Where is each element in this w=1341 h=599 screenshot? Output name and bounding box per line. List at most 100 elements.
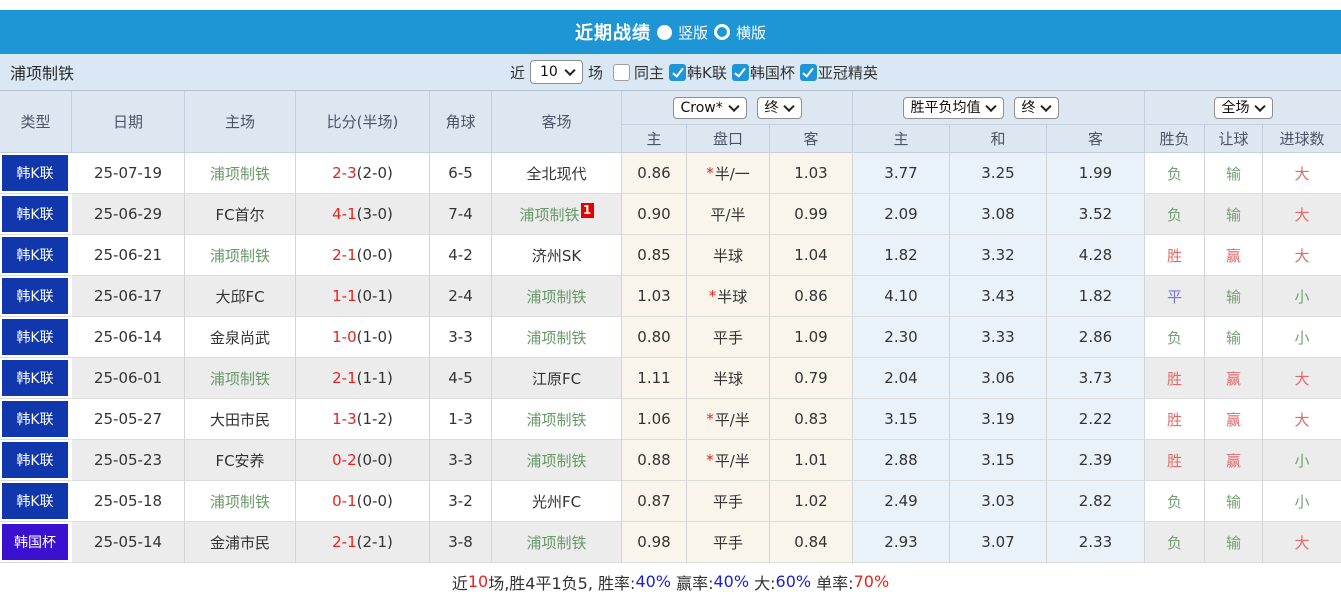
away-team-cell: 光州FC: [492, 481, 622, 522]
wdl-result-cell: 胜: [1145, 235, 1205, 276]
wdl-result-cell: 胜: [1145, 399, 1205, 440]
avg-home-odds-cell: 3.77: [853, 153, 950, 194]
sub-header-wdl: 胜负: [1145, 125, 1205, 153]
wdl-result-cell: 负: [1145, 153, 1205, 194]
sub-header-avg-home: 主: [853, 125, 950, 153]
away-team-cell: 浦项制铁: [492, 276, 622, 317]
goals-result-cell: 大: [1263, 153, 1341, 194]
handicap-result-cell: 赢: [1205, 358, 1263, 399]
footer-segment-2: 场,胜4平1负5,: [488, 573, 599, 593]
home-team-cell: 浦项制铁: [185, 481, 296, 522]
avg-away-odds-cell: 3.52: [1047, 194, 1145, 235]
score-cell: 1-1 (0-1): [296, 276, 430, 317]
handicap-cell: 半球: [687, 235, 770, 276]
sub-header-goals: 进球数: [1263, 125, 1341, 153]
avg-away-odds-cell: 2.39: [1047, 440, 1145, 481]
handicap-cell: * 平/半: [687, 399, 770, 440]
match-type-cell: 韩K联: [0, 153, 72, 194]
avg-select[interactable]: 胜平负均值: [902, 96, 1004, 119]
corners-cell: 3-2: [430, 481, 492, 522]
corners-cell: 2-4: [430, 276, 492, 317]
footer-segment-9: 单率:: [811, 573, 854, 593]
handicap-cell: 平手: [687, 522, 770, 563]
match-date-cell: 25-05-23: [72, 440, 185, 481]
goals-result-cell: 大: [1263, 194, 1341, 235]
layout-radio-vertical[interactable]: [656, 24, 672, 40]
panel-title: 近期战绩: [574, 23, 651, 44]
crow-period-select-wrap: 终: [756, 96, 802, 119]
header-group-scope: 全场: [1145, 91, 1341, 125]
avg-period-select[interactable]: 终: [1013, 96, 1059, 119]
avg-draw-odds-cell: 3.06: [950, 358, 1047, 399]
filter-controls: 近 10 场 同主 韩K联 韩国杯 亚冠精英: [505, 60, 878, 84]
home-team-cell: FC首尔: [185, 194, 296, 235]
team-name: 浦项制铁: [10, 64, 75, 83]
match-type-badge: 韩K联: [2, 278, 68, 314]
wdl-result-cell: 负: [1145, 194, 1205, 235]
wdl-result-cell: 负: [1145, 481, 1205, 522]
avg-away-odds-cell: 4.28: [1047, 235, 1145, 276]
col-header-date: 日期: [72, 91, 185, 153]
handicap-cell: 平/半: [687, 194, 770, 235]
avg-draw-odds-cell: 3.07: [950, 522, 1047, 563]
crow-away-odds-cell: 1.01: [770, 440, 853, 481]
corners-cell: 3-3: [430, 317, 492, 358]
avg-away-odds-cell: 2.82: [1047, 481, 1145, 522]
score-cell: 0-1 (0-0): [296, 481, 430, 522]
footer-segment-8: 60%: [775, 572, 812, 591]
match-type-cell: 韩K联: [0, 194, 72, 235]
summary-footer: 近 10 场,胜4平1负5, 胜率: 40% 赢率: 40% 大: 60% 单率: 70%: [0, 563, 1341, 599]
home-team-cell: 大田市民: [185, 399, 296, 440]
sub-header-rangqiu: 让球: [1205, 125, 1263, 153]
avg-period-select-wrap: 终: [1013, 96, 1059, 119]
handicap-cell: * 半/一: [687, 153, 770, 194]
score-cell: 1-0 (1-0): [296, 317, 430, 358]
footer-segment-10: 70%: [853, 572, 890, 591]
crow-home-odds-cell: 0.88: [622, 440, 687, 481]
match-type-badge: 韩K联: [2, 319, 68, 355]
match-date-cell: 25-05-14: [72, 522, 185, 563]
wdl-result-cell: 胜: [1145, 358, 1205, 399]
handicap-result-cell: 输: [1205, 481, 1263, 522]
away-team-cell: 全北现代: [492, 153, 622, 194]
header-group-avg: 胜平负均值 终: [853, 91, 1145, 125]
corners-cell: 1-3: [430, 399, 492, 440]
match-date-cell: 25-05-27: [72, 399, 185, 440]
checkbox-2[interactable]: [731, 63, 749, 81]
checkbox-3[interactable]: [799, 63, 817, 81]
crow-away-odds-cell: 0.86: [770, 276, 853, 317]
match-count-select[interactable]: 10: [530, 60, 584, 84]
home-team-cell: 浦项制铁: [185, 358, 296, 399]
match-type-badge: 韩K联: [2, 196, 68, 232]
avg-home-odds-cell: 2.04: [853, 358, 950, 399]
home-team-cell: 浦项制铁: [185, 235, 296, 276]
avg-away-odds-cell: 1.82: [1047, 276, 1145, 317]
layout-radio-vertical-label: 竖版: [677, 23, 708, 42]
match-date-cell: 25-06-01: [72, 358, 185, 399]
checkbox-1[interactable]: [669, 63, 687, 81]
score-cell: 4-1 (3-0): [296, 194, 430, 235]
score-cell: 2-1 (2-1): [296, 522, 430, 563]
layout-radio-horizontal[interactable]: [714, 24, 730, 40]
crow-home-odds-cell: 0.85: [622, 235, 687, 276]
scope-select[interactable]: 全场: [1213, 96, 1273, 119]
match-count-select-wrap: 10: [530, 60, 584, 84]
corners-cell: 4-5: [430, 358, 492, 399]
crow-away-odds-cell: 0.99: [770, 194, 853, 235]
checkbox-0[interactable]: [613, 63, 631, 81]
layout-radio-group: 竖版 横版: [656, 22, 766, 43]
avg-draw-odds-cell: 3.43: [950, 276, 1047, 317]
avg-away-odds-cell: 1.99: [1047, 153, 1145, 194]
home-team-cell: 浦项制铁: [185, 153, 296, 194]
header-group-crow: Crow* 终: [622, 91, 853, 125]
avg-home-odds-cell: 2.93: [853, 522, 950, 563]
away-team-cell: 浦项制铁: [492, 522, 622, 563]
avg-draw-odds-cell: 3.15: [950, 440, 1047, 481]
bookmaker-select[interactable]: Crow*: [672, 96, 747, 119]
goals-result-cell: 大: [1263, 358, 1341, 399]
filter-bar: 浦项制铁 近 10 场 同主 韩K联 韩国杯 亚冠精英: [0, 54, 1341, 90]
crow-period-select[interactable]: 终: [756, 96, 802, 119]
away-team-cell: 浦项制铁 1: [492, 194, 622, 235]
match-type-cell: 韩国杯: [0, 522, 72, 563]
crow-away-odds-cell: 0.79: [770, 358, 853, 399]
